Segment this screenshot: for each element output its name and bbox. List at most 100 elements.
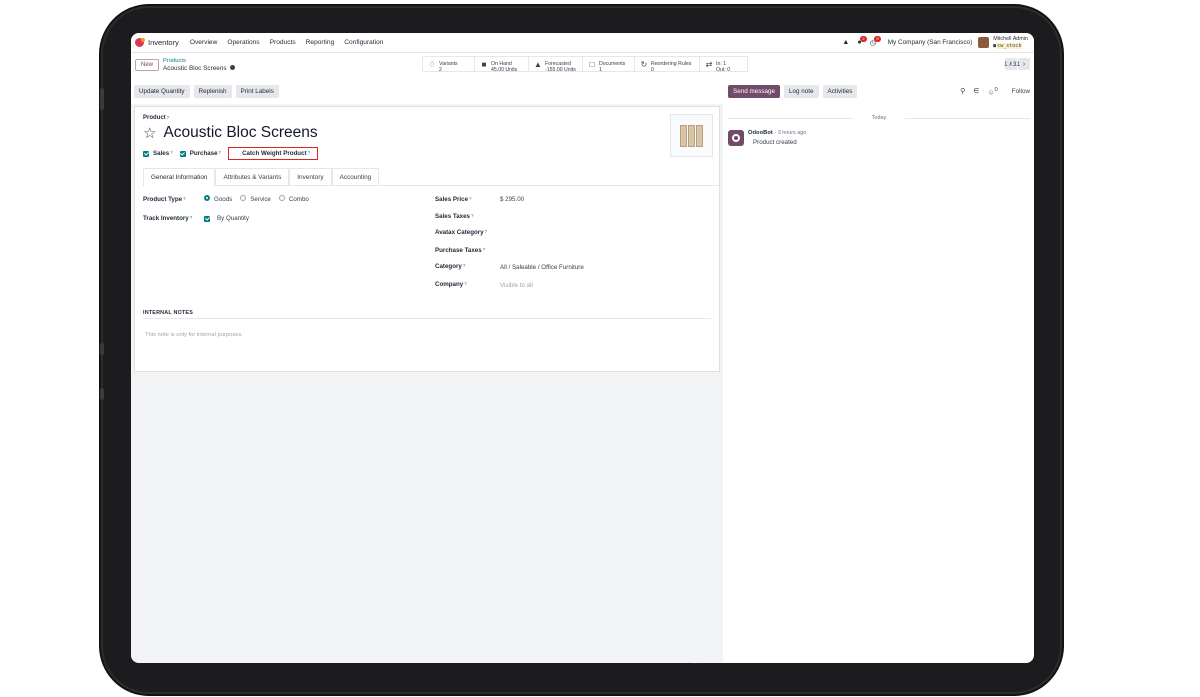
company-label: Company?: [435, 281, 467, 288]
radio-goods[interactable]: Goods: [204, 195, 232, 203]
message-body: Product created: [753, 139, 797, 146]
file-icon: □: [589, 59, 595, 69]
tab-inventory[interactable]: Inventory: [289, 168, 332, 185]
pager: 1 / 31 ‹ ›: [1004, 58, 1030, 70]
new-button[interactable]: New: [135, 58, 160, 71]
refresh-icon: ↻: [640, 59, 648, 69]
radio-service[interactable]: Service: [240, 195, 271, 203]
product-field-label: Product?: [143, 115, 169, 121]
sales-price-label: Sales Price?: [435, 196, 472, 203]
database-name: cw_stock: [996, 42, 1023, 49]
paperclip-icon[interactable]: ∈: [973, 87, 979, 95]
rules-value: 0: [651, 67, 654, 73]
product-form-sheet: Product? ☆ Acoustic Bloc Screens Sales? …: [134, 106, 720, 372]
category-label: Category?: [435, 263, 466, 270]
menu-products[interactable]: Products: [270, 39, 296, 46]
message-time: - 3 hours ago: [774, 130, 807, 136]
track-by-value[interactable]: By Quantity: [217, 215, 249, 222]
company-field[interactable]: Visible to all: [500, 282, 533, 289]
tab-accounting[interactable]: Accounting: [331, 168, 380, 185]
documents-label: Documents: [599, 61, 626, 67]
gear-icon[interactable]: [229, 65, 235, 71]
tablet-side-button: [100, 343, 104, 355]
bell-icon[interactable]: ▲: [842, 39, 849, 46]
log-note-button[interactable]: Log note: [784, 85, 819, 98]
breadcrumb: Products Acoustic Bloc Screens: [163, 58, 235, 72]
follow-button[interactable]: Follow: [1012, 88, 1030, 95]
documents-smart-button[interactable]: □ Documents 1: [583, 57, 635, 73]
avatax-category-label: Avatax Category?: [435, 229, 488, 236]
category-value[interactable]: All / Saleable / Office Furniture: [500, 264, 584, 271]
tab-general-information[interactable]: General Information: [143, 168, 216, 186]
radio-combo[interactable]: Combo: [278, 195, 309, 203]
purchase-label: Purchase?: [189, 150, 222, 157]
forecasted-smart-button[interactable]: ▲ Forecasted -155.00 Units: [529, 57, 583, 73]
menu-reporting[interactable]: Reporting: [306, 39, 335, 46]
update-quantity-button[interactable]: Update Quantity: [134, 85, 190, 98]
exchange-icon: ⇄: [705, 59, 713, 69]
messages-badge: 2: [860, 36, 867, 42]
variants-value: 2: [439, 67, 442, 73]
reordering-rules-smart-button[interactable]: ↻ Reordering Rules 0: [635, 57, 700, 73]
odoobot-avatar[interactable]: [728, 130, 744, 146]
track-inventory-checkbox[interactable]: [204, 215, 210, 222]
menu-overview[interactable]: Overview: [190, 39, 217, 46]
rules-label: Reordering Rules: [651, 61, 692, 67]
breadcrumb-current: Acoustic Bloc Screens: [163, 64, 227, 72]
sales-label: Sales?: [153, 150, 173, 157]
onhand-value: 45.00 Units: [491, 67, 518, 73]
sales-price-value[interactable]: $ 295.00: [500, 196, 524, 203]
sitemap-icon: ♢: [428, 59, 436, 69]
chatter-toolbar: Send message Log note Activities ⚲ ∈ ☺0 …: [728, 85, 1030, 98]
send-message-button[interactable]: Send message: [728, 85, 781, 98]
product-options: Sales? Purchase? Catch Weight Product?: [143, 147, 319, 160]
menu-configuration[interactable]: Configuration: [344, 39, 383, 46]
purchase-checkbox[interactable]: [179, 150, 186, 157]
breadcrumb-parent[interactable]: Products: [163, 58, 235, 65]
print-labels-button[interactable]: Print Labels: [235, 85, 279, 98]
user-menu[interactable]: Mitchell Admin ■cw_stock: [993, 36, 1028, 50]
followers-icon[interactable]: ☺0: [987, 87, 997, 96]
top-navbar: Inventory Overview Operations Products R…: [131, 33, 1034, 53]
message-author[interactable]: OdooBot: [748, 130, 773, 136]
company-switcher[interactable]: My Company (San Francisco): [888, 39, 973, 46]
user-avatar[interactable]: [978, 37, 990, 48]
catch-weight-product-field[interactable]: Catch Weight Product?: [228, 147, 319, 160]
star-icon[interactable]: ☆: [143, 126, 156, 141]
smart-buttons: ♢ Variants 2 ■ On Hand 45.00 Units ▲ Forec…: [422, 56, 748, 74]
cubes-icon: ■: [481, 59, 487, 69]
track-inventory-label: Track Inventory?: [143, 215, 193, 222]
help-icon[interactable]: ?: [167, 115, 170, 120]
menu-operations[interactable]: Operations: [227, 39, 259, 46]
track-inventory-field: By Quantity: [204, 215, 249, 222]
sales-checkbox[interactable]: [143, 150, 149, 157]
product-image[interactable]: [670, 114, 713, 157]
message-author-line: OdooBot - 3 hours ago: [748, 130, 806, 136]
variants-smart-button[interactable]: ♢ Variants 2: [423, 57, 475, 73]
out-label: Out: 0: [716, 67, 731, 73]
odoo-app-icon[interactable]: [135, 38, 145, 47]
tablet-side-button: [100, 388, 104, 400]
followers-count: 0: [994, 86, 998, 93]
search-icon[interactable]: ⚲: [960, 87, 965, 95]
app-name[interactable]: Inventory: [148, 38, 179, 47]
internal-notes-field[interactable]: This note is only for internal purposes.: [145, 332, 243, 338]
product-label-text: Product: [143, 115, 166, 121]
user-name: Mitchell Admin: [993, 35, 1028, 42]
chat-icon[interactable]: ● 2: [857, 36, 867, 46]
product-name[interactable]: Acoustic Bloc Screens: [163, 124, 317, 142]
tab-attributes-variants[interactable]: Attributes & Variants: [215, 168, 290, 185]
tablet-side-button: [100, 88, 104, 110]
onhand-smart-button[interactable]: ■ On Hand 45.00 Units: [475, 57, 529, 73]
replenish-button[interactable]: Replenish: [193, 85, 232, 98]
activities-button[interactable]: Activities: [822, 85, 858, 98]
form-action-bar: Update Quantity Replenish Print Labels: [134, 85, 283, 98]
in-out-smart-button[interactable]: ⇄ In: 1 Out: 0: [700, 57, 747, 74]
area-chart-icon: ▲: [534, 59, 542, 69]
clock-icon[interactable]: ◷ 9: [870, 35, 881, 47]
pager-value[interactable]: 1 / 31: [1004, 61, 1020, 68]
documents-value: 1: [599, 67, 602, 73]
internal-notes-title: INTERNAL NOTES: [143, 310, 194, 316]
purchase-taxes-label: Purchase Taxes?: [435, 247, 486, 254]
date-separator: Today: [728, 115, 1030, 121]
